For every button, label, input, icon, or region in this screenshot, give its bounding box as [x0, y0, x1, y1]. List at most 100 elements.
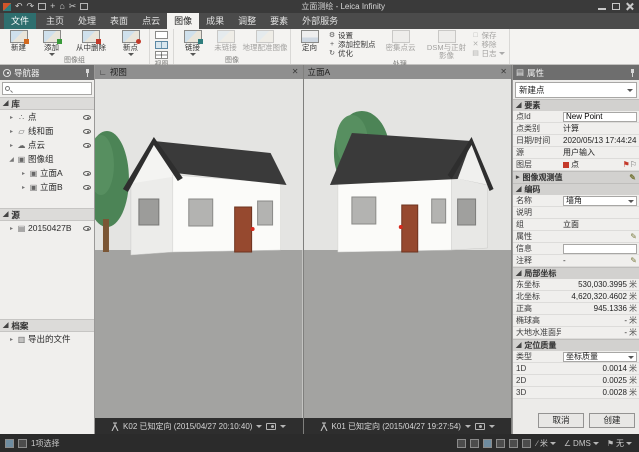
nav-item-lines-areas[interactable]: ▸ ▱ 线和面	[0, 124, 94, 138]
view-single-button[interactable]	[155, 31, 168, 39]
georeference-image-button[interactable]: 地理配准图像	[242, 30, 288, 52]
status-list-icon[interactable]	[483, 439, 492, 448]
info-input[interactable]	[563, 244, 637, 254]
status-inspect-icon[interactable]	[470, 439, 479, 448]
tab-processing[interactable]: 处理	[71, 13, 103, 29]
dense-point-cloud-icon	[392, 30, 410, 43]
cancel-button[interactable]: 取消	[538, 413, 584, 428]
camera-icon[interactable]	[475, 423, 485, 430]
section-basic[interactable]: ◢ 要素	[513, 99, 639, 111]
nav-item-image-groups[interactable]: ◢ ▣ 图像组	[0, 152, 94, 166]
delete-icon[interactable]	[38, 3, 46, 10]
visibility-eye-icon[interactable]	[83, 226, 91, 231]
orient-button[interactable]: 定向	[293, 30, 326, 52]
chevron-down-icon[interactable]	[489, 425, 495, 428]
angle-unit-selector[interactable]: ∠ DMS	[562, 439, 601, 448]
dense-point-cloud-button[interactable]: 密集点云	[378, 30, 424, 52]
visibility-eye-icon[interactable]	[83, 143, 91, 148]
nav-item-points[interactable]: ▸ ∴ 点	[0, 110, 94, 124]
section-position-quality[interactable]: ◢ 定位质量	[513, 339, 639, 351]
object-type-selector[interactable]: 新建点	[515, 82, 637, 98]
tab-features[interactable]: 要素	[263, 13, 295, 29]
nav-item-pointclouds[interactable]: ▸ ☁ 点云	[0, 138, 94, 152]
optimize-button[interactable]: ↻ 优化	[328, 49, 376, 57]
tab-file[interactable]: 文件	[4, 13, 36, 29]
remove-from-group-button[interactable]: 从中删除	[68, 30, 114, 52]
status-import-icon[interactable]	[509, 439, 518, 448]
pencil-icon[interactable]: ✎	[630, 233, 637, 241]
nav-section-archive[interactable]: ◢ 档案	[0, 319, 94, 332]
crs-selector[interactable]: ⚑ 无	[605, 438, 634, 449]
pin-outline-icon[interactable]: ⚐	[630, 160, 637, 169]
search-input[interactable]	[12, 84, 89, 93]
expander-icon: ◢	[516, 342, 521, 350]
section-local-coordinates[interactable]: ◢ 局部坐标	[513, 267, 639, 279]
visibility-eye-icon[interactable]	[83, 171, 91, 176]
window	[258, 201, 273, 225]
tab-deliverables[interactable]: 成果	[199, 13, 231, 29]
nav-item-elevation-a[interactable]: ▸ ▣ 立面A	[0, 166, 94, 180]
point-id-input[interactable]	[563, 112, 637, 122]
close-icon[interactable]: ✕	[292, 68, 299, 76]
tab-surfaces[interactable]: 表面	[103, 13, 135, 29]
quality-type-dropdown[interactable]: 坐标质量	[563, 352, 637, 362]
log-button[interactable]: ▤ 日志	[472, 49, 505, 57]
nav-section-source[interactable]: ◢ 源	[0, 208, 94, 221]
camera-icon[interactable]	[266, 423, 276, 430]
unlink-button[interactable]: 未链接	[209, 30, 242, 52]
link-button[interactable]: 链接	[176, 30, 209, 56]
panel-toggle-icon[interactable]	[5, 439, 14, 448]
new-point-button[interactable]: 新点	[114, 30, 147, 56]
chevron-down-icon	[628, 200, 634, 203]
section-coding[interactable]: ◢ 编码	[513, 183, 639, 195]
status-archive-icon[interactable]	[522, 439, 531, 448]
add-icon[interactable]: +	[50, 2, 55, 11]
view-quad-button[interactable]	[155, 51, 168, 59]
status-report-icon[interactable]	[496, 439, 505, 448]
chevron-down-icon[interactable]	[465, 425, 471, 428]
create-button[interactable]: 创建	[589, 413, 635, 428]
undo-icon[interactable]: ↶	[15, 2, 23, 11]
pencil-icon[interactable]: ✎	[630, 257, 637, 265]
tab-home[interactable]: 主页	[39, 13, 71, 29]
maximize-button[interactable]	[612, 3, 620, 10]
dsm-ortho-button[interactable]: DSM与正射影像	[424, 30, 470, 60]
tab-pointclouds[interactable]: 点云	[135, 13, 167, 29]
nav-item-source-file[interactable]: ▸ ▤ 20150427B	[0, 221, 94, 235]
pin-icon[interactable]	[629, 69, 636, 77]
chevron-down-icon[interactable]	[256, 425, 262, 428]
pencil-icon[interactable]: ✎	[629, 174, 636, 182]
pin-red-icon[interactable]: ⚑	[623, 160, 630, 169]
visibility-eye-icon[interactable]	[83, 185, 91, 190]
visibility-eye-icon[interactable]	[83, 115, 91, 120]
tab-services[interactable]: 外部服务	[295, 13, 345, 29]
chevron-down-icon[interactable]	[280, 425, 286, 428]
distance-unit-selector[interactable]: ∕ 米	[535, 438, 558, 449]
viewport-elevation-canvas[interactable]	[304, 79, 512, 418]
tab-imaging[interactable]: 图像	[167, 13, 199, 29]
minimize-button[interactable]	[598, 3, 606, 10]
log-toggle-icon[interactable]	[18, 439, 27, 448]
code-name-dropdown[interactable]: 墙角	[563, 196, 637, 206]
tab-adjustments[interactable]: 调整	[231, 13, 263, 29]
add-images-button[interactable]: 添加	[35, 30, 68, 56]
scissors-icon[interactable]: ✂	[69, 2, 77, 11]
viewport-3d-canvas[interactable]	[95, 79, 303, 418]
new-image-group-button[interactable]: 新建	[2, 30, 35, 52]
selected-point-marker	[398, 225, 402, 229]
view-split-button[interactable]	[155, 41, 168, 49]
redo-icon[interactable]: ↷	[27, 2, 35, 11]
window-layout-icon[interactable]	[80, 3, 88, 10]
nav-item-elevation-b[interactable]: ▸ ▣ 立面B	[0, 180, 94, 194]
nav-item-exported-files[interactable]: ▸ ▥ 导出的文件	[0, 332, 94, 346]
item-label: 立面A	[40, 167, 81, 179]
close-button[interactable]	[626, 3, 634, 10]
close-icon[interactable]: ✕	[500, 68, 507, 76]
home-icon[interactable]: ⌂	[59, 2, 64, 11]
status-clock-icon[interactable]	[457, 439, 466, 448]
nav-section-library[interactable]: ◢ 库	[0, 97, 94, 110]
button-label: 优化	[338, 48, 353, 59]
visibility-eye-icon[interactable]	[83, 129, 91, 134]
pin-icon[interactable]	[84, 69, 91, 77]
section-image-observations[interactable]: ▸ 图像观测值 ✎	[513, 171, 639, 183]
